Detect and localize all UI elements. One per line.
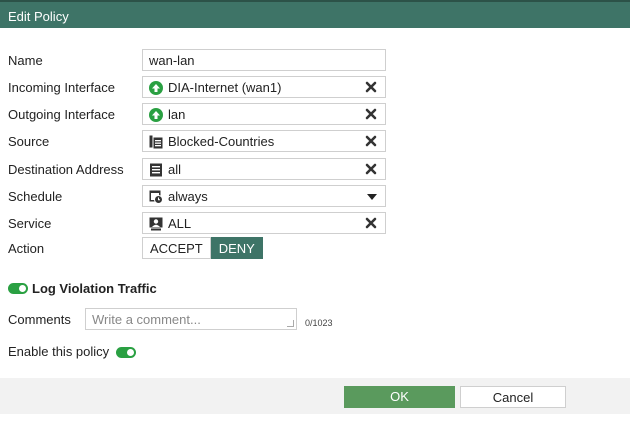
incoming-interface-field[interactable]: DIA-Internet (wan1) (142, 76, 386, 98)
service-label: Service (8, 216, 52, 231)
remove-x-icon[interactable] (365, 217, 377, 229)
interface-up-icon (149, 81, 163, 95)
comments-label: Comments (8, 312, 71, 327)
outgoing-interface-value: lan (168, 107, 186, 122)
incoming-interface-label: Incoming Interface (8, 80, 115, 95)
remove-x-icon[interactable] (365, 135, 377, 147)
action-row: Action ACCEPT DENY (0, 237, 630, 261)
destination-label: Destination Address (8, 162, 124, 177)
service-row: Service ALL (0, 212, 630, 236)
interface-up-icon (149, 108, 163, 122)
remove-x-icon[interactable] (365, 163, 377, 175)
outgoing-interface-row: Outgoing Interface lan (0, 103, 630, 127)
resize-grip-icon[interactable] (287, 320, 294, 327)
source-row: Source Blocked-Countries (0, 130, 630, 154)
action-accept-button[interactable]: ACCEPT (142, 237, 211, 259)
enable-policy-label: Enable this policy (8, 344, 110, 359)
log-violation-toggle[interactable] (8, 283, 28, 294)
comments-counter: 0/1023 (305, 318, 333, 328)
action-deny-button[interactable]: DENY (210, 237, 263, 259)
destination-value: all (168, 162, 182, 177)
service-icon (149, 217, 163, 231)
name-label: Name (8, 53, 43, 68)
schedule-select[interactable]: always (142, 185, 386, 207)
schedule-label: Schedule (8, 189, 63, 204)
incoming-interface-row: Incoming Interface DIA-Internet (wan1) (0, 76, 630, 100)
destination-field[interactable]: all (142, 158, 386, 180)
incoming-interface-value: DIA-Internet (wan1) (168, 80, 282, 95)
outgoing-interface-field[interactable]: lan (142, 103, 386, 125)
service-value: ALL (168, 216, 192, 231)
address-group-icon (149, 135, 163, 149)
address-icon (150, 163, 162, 177)
comments-placeholder: Write a comment... (92, 312, 201, 327)
source-value: Blocked-Countries (168, 134, 275, 149)
name-row: Name wan-lan (0, 49, 630, 73)
comments-textarea[interactable]: Write a comment... (85, 308, 297, 330)
service-field[interactable]: ALL (142, 212, 386, 234)
enable-policy-toggle[interactable] (116, 347, 136, 358)
action-toggle: ACCEPT DENY (142, 237, 263, 259)
dialog-title: Edit Policy (0, 0, 630, 28)
destination-row: Destination Address all (0, 158, 630, 182)
outgoing-interface-label: Outgoing Interface (8, 107, 115, 122)
source-field[interactable]: Blocked-Countries (142, 130, 386, 152)
remove-x-icon[interactable] (365, 81, 377, 93)
chevron-down-icon[interactable] (367, 194, 377, 200)
source-label: Source (8, 134, 50, 149)
remove-x-icon[interactable] (365, 108, 377, 120)
name-value: wan-lan (149, 53, 195, 68)
cancel-button[interactable]: Cancel (460, 386, 566, 408)
action-label: Action (8, 241, 45, 256)
ok-button[interactable]: OK (344, 386, 455, 408)
dialog-footer: OK Cancel (0, 378, 630, 414)
log-violation-label: Log Violation Traffic (32, 281, 157, 296)
name-input[interactable]: wan-lan (142, 49, 386, 71)
schedule-icon (149, 190, 163, 204)
schedule-value: always (168, 189, 208, 204)
schedule-row: Schedule always (0, 185, 630, 209)
